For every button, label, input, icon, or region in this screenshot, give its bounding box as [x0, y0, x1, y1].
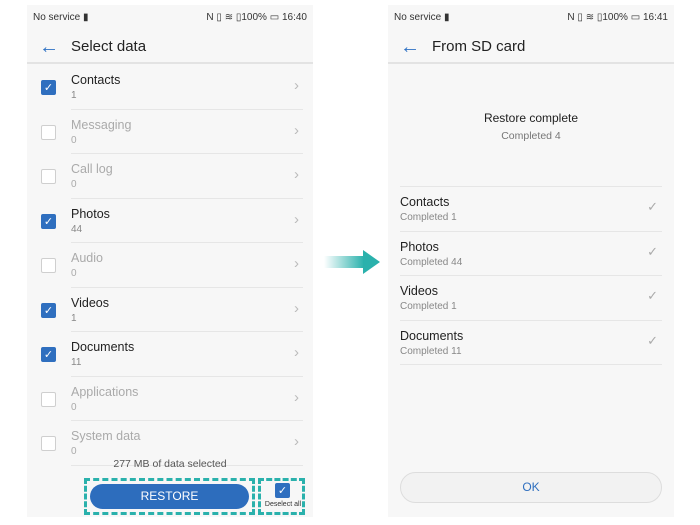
chevron-right-icon[interactable]: ›: [294, 122, 299, 139]
chevron-right-icon[interactable]: ›: [294, 433, 299, 450]
item-status: Completed 1: [400, 301, 457, 312]
header: ← From SD card: [388, 31, 674, 64]
item-count: 0: [71, 268, 77, 279]
item-status: Completed 1: [400, 212, 457, 223]
divider: [400, 364, 662, 365]
checkbox[interactable]: [41, 124, 56, 140]
item-name: Messaging: [71, 117, 132, 132]
item-count: 1: [71, 312, 77, 324]
item-name: Videos: [71, 295, 109, 310]
list-item[interactable]: ✓ Contacts 1 ›: [27, 65, 313, 110]
checkmark-icon: ✓: [647, 243, 658, 259]
item-name: Photos: [71, 206, 110, 221]
item-name: Applications: [71, 384, 139, 399]
back-arrow-icon[interactable]: ←: [39, 36, 59, 59]
checkbox[interactable]: [41, 391, 56, 407]
list-item: Photos Completed 44 ✓: [388, 232, 674, 276]
restore-summary: Completed 4: [501, 130, 561, 142]
chevron-right-icon[interactable]: ›: [294, 255, 299, 272]
checkbox[interactable]: ✓: [41, 347, 56, 362]
checkmark-icon: ✓: [647, 199, 658, 214]
checkmark-icon: ✓: [647, 288, 658, 303]
item-name: Videos: [400, 284, 438, 298]
deselect-all-label: Deselect all: [264, 501, 302, 508]
list-item[interactable]: Call log 0 ›: [27, 154, 313, 199]
item-count: 0: [71, 446, 77, 457]
list-item[interactable]: Applications 0 ›: [27, 377, 313, 421]
item-name: Documents: [400, 328, 464, 343]
clock: 16:40: [281, 12, 307, 23]
item-name: Audio: [71, 251, 103, 265]
status-icons: N ▯ ≋ ▯: [567, 12, 603, 23]
restore-complete-screen: No service ▮ N ▯ ≋ ▯100% ▭ 16:41 ← From …: [388, 5, 674, 517]
select-data-screen: No service ▮ N ▯ ≋ ▯100% ▭ 16:40 ← Selec…: [27, 5, 313, 517]
status-bar: No service ▮ N ▯ ≋ ▯100% ▭ 16:40: [33, 12, 307, 23]
deselect-all-button[interactable]: ✓ Deselect all: [262, 483, 304, 508]
status-bar: No service ▮ N ▯ ≋ ▯100% ▭ 16:41: [394, 12, 668, 23]
item-name: Contacts: [400, 195, 450, 209]
item-count: 11: [71, 357, 82, 368]
sd-card-icon: ▮: [444, 12, 450, 23]
checkmark-icon: ✓: [647, 332, 658, 348]
checkbox[interactable]: [41, 436, 56, 451]
list-item[interactable]: ✓ Photos 44 ›: [27, 199, 313, 243]
item-count: 0: [71, 179, 77, 190]
item-name: Photos: [400, 239, 439, 254]
flow-arrow-icon: [324, 256, 364, 268]
checkbox[interactable]: [41, 169, 56, 184]
item-status: Completed 44: [400, 256, 463, 268]
sd-card-icon: ▮: [83, 12, 89, 23]
chevron-right-icon[interactable]: ›: [294, 166, 299, 183]
item-count: 0: [71, 401, 77, 413]
checkbox[interactable]: ✓: [41, 302, 56, 318]
header: ← Select data: [27, 31, 313, 64]
chevron-right-icon[interactable]: ›: [294, 211, 299, 228]
item-name: Documents: [71, 340, 135, 354]
list-item: Contacts Completed 1 ✓: [388, 187, 674, 232]
list-item[interactable]: Messaging 0 ›: [27, 110, 313, 154]
chevron-right-icon[interactable]: ›: [294, 389, 299, 406]
checkbox[interactable]: ✓: [41, 213, 56, 229]
chevron-right-icon[interactable]: ›: [294, 344, 299, 361]
item-status: Completed 11: [400, 345, 462, 357]
flow-arrowhead-icon: [363, 250, 380, 274]
chevron-right-icon[interactable]: ›: [294, 300, 299, 317]
list-item[interactable]: Audio 0 ›: [27, 243, 313, 288]
deselect-all-icon: ✓: [275, 483, 290, 498]
clock: 16:41: [642, 12, 668, 23]
restore-button[interactable]: RESTORE: [90, 484, 249, 509]
item-name: System data: [71, 429, 141, 443]
page-title: From SD card: [432, 38, 526, 55]
battery-icon: ▭: [269, 12, 280, 23]
item-count: 0: [71, 134, 77, 146]
page-title: Select data: [71, 38, 147, 55]
back-arrow-icon[interactable]: ←: [400, 36, 420, 59]
carrier: No service: [394, 12, 442, 23]
checkbox[interactable]: [41, 258, 56, 273]
ok-button[interactable]: OK: [400, 472, 662, 503]
carrier: No service: [33, 12, 81, 23]
item-count: 1: [71, 90, 77, 101]
selection-summary: 277 MB of data selected: [113, 458, 227, 470]
battery-level: 100%: [602, 12, 628, 23]
list-item[interactable]: ✓ Documents 11 ›: [27, 332, 313, 377]
restore-heading: Restore complete: [483, 111, 579, 125]
item-count: 44: [71, 223, 83, 235]
list-item[interactable]: ✓ Videos 1 ›: [27, 288, 313, 332]
item-name: Contacts: [71, 73, 121, 87]
status-icons: N ▯ ≋ ▯: [206, 12, 242, 23]
item-name: Call log: [71, 162, 113, 176]
battery-icon: ▭: [630, 12, 641, 23]
chevron-right-icon[interactable]: ›: [294, 77, 299, 94]
list-item: Documents Completed 11 ✓: [388, 321, 674, 365]
battery-level: 100%: [241, 12, 267, 23]
list-item: Videos Completed 1 ✓: [388, 276, 674, 321]
checkbox[interactable]: ✓: [41, 80, 56, 95]
